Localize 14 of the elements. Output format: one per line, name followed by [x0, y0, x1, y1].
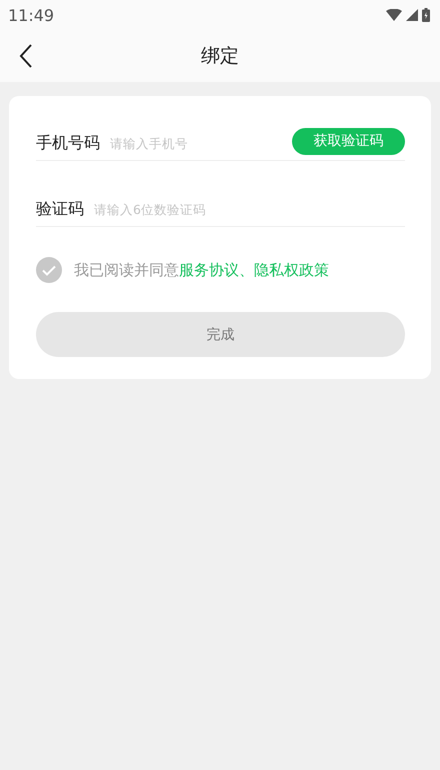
agree-checkbox[interactable]	[36, 257, 62, 283]
wifi-icon	[386, 9, 402, 21]
status-time: 11:49	[8, 6, 54, 24]
check-icon	[42, 264, 56, 276]
get-code-button[interactable]: 获取验证码	[292, 128, 405, 154]
phone-label: 手机号码	[36, 132, 100, 154]
battery-icon	[422, 8, 430, 22]
code-label: 验证码	[36, 198, 84, 220]
policy-link[interactable]: 服务协议、隐私权政策	[179, 260, 329, 278]
page-title: 绑定	[201, 44, 239, 69]
phone-field[interactable]: 请输入手机号	[108, 134, 284, 152]
agreement-text: 我已阅读并同意服务协议、隐私权政策	[74, 260, 329, 280]
signal-icon	[406, 9, 418, 21]
code-field[interactable]: 请输入6位数验证码	[92, 200, 405, 218]
